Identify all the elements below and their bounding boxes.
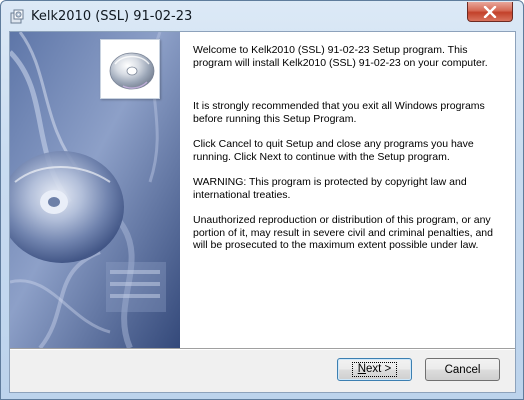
welcome-paragraph: Welcome to Kelk2010 (SSL) 91-02-23 Setup…	[193, 44, 488, 69]
dialog-client-area: Welcome to Kelk2010 (SSL) 91-02-23 Setup…	[9, 31, 516, 393]
close-button[interactable]	[467, 2, 513, 22]
instructions-paragraph: Click Cancel to quit Setup and close any…	[193, 138, 474, 163]
footer-divider	[10, 348, 515, 350]
dialog-content: Welcome to Kelk2010 (SSL) 91-02-23 Setup…	[10, 32, 515, 348]
setup-window: Kelk2010 (SSL) 91-02-23 Welcome to Kelk2…	[0, 0, 524, 400]
next-button-label: Next >	[351, 362, 398, 377]
close-icon	[483, 5, 497, 18]
warning-paragraph: WARNING: This program is protected by co…	[193, 176, 467, 201]
installer-icon	[9, 9, 25, 25]
window-title: Kelk2010 (SSL) 91-02-23	[31, 9, 193, 24]
cancel-button[interactable]: Cancel	[425, 358, 500, 381]
setup-message: Welcome to Kelk2010 (SSL) 91-02-23 Setup…	[193, 44, 505, 265]
cd-disc-icon	[109, 52, 155, 90]
side-banner-image	[10, 32, 180, 348]
next-button[interactable]: Next >	[337, 358, 412, 381]
legal-paragraph: Unauthorized reproduction or distributio…	[193, 214, 493, 251]
cd-logo-box	[100, 39, 160, 99]
recommendation-paragraph: It is strongly recommended that you exit…	[193, 100, 485, 125]
title-bar[interactable]: Kelk2010 (SSL) 91-02-23	[1, 1, 523, 31]
